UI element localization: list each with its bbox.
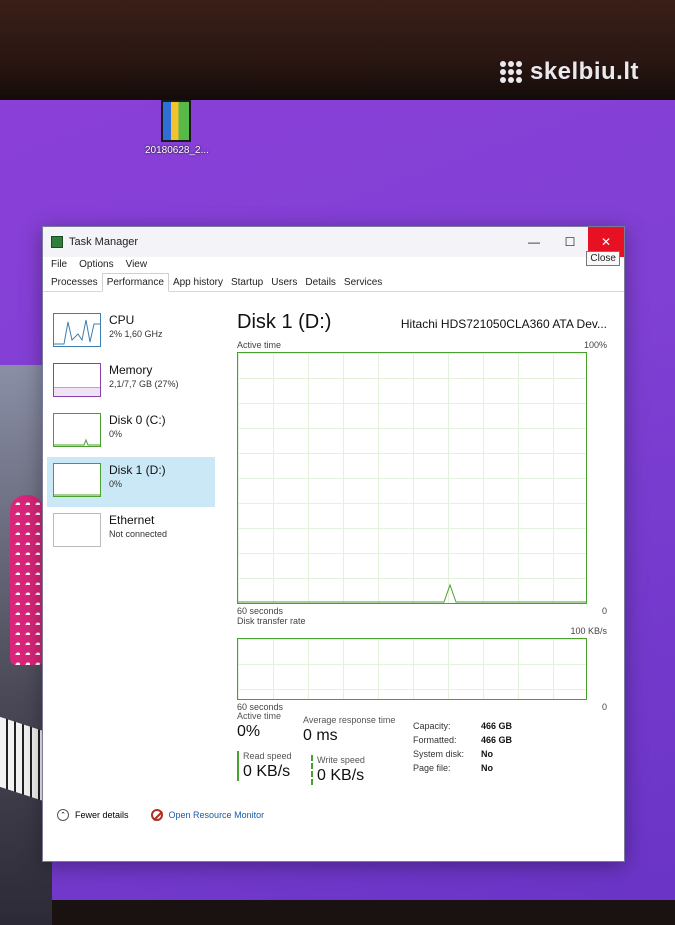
prop-key: System disk: — [413, 749, 465, 759]
disk-properties: Capacity: 466 GB Formatted: 466 GB System … — [413, 721, 512, 777]
photo-figure — [10, 495, 44, 665]
device-item-disk-0[interactable]: Disk 0 (C:) 0% — [47, 407, 215, 457]
device-sub: 2% 1,60 GHz — [109, 329, 163, 339]
tab-strip: Processes Performance App history Startu… — [43, 272, 624, 292]
footer: ⌃ Fewer details Open Resource Monitor — [57, 809, 264, 821]
resource-monitor-icon — [150, 809, 163, 821]
window-title: Task Manager — [69, 236, 139, 248]
tab-services[interactable]: Services — [340, 274, 386, 291]
prop-key: Formatted: — [413, 735, 457, 745]
prop-key: Capacity: — [413, 721, 451, 731]
chart1-max: 100% — [583, 340, 607, 350]
avg-response-value: 0 ms — [303, 727, 338, 744]
watermark-logo-icon — [499, 61, 522, 83]
chart2-label: Disk transfer rate — [237, 616, 306, 626]
disk-graph-icon — [53, 463, 101, 497]
desktop-file-label: 20180628_2... — [145, 145, 209, 156]
title-bar[interactable]: Task Manager — ☐ ✕ — [43, 227, 624, 257]
stats-panel: Active time 0% Average response time 0 m… — [237, 711, 607, 801]
task-manager-icon — [51, 236, 63, 248]
active-time-value: 0% — [237, 723, 261, 740]
read-speed-label: Read speed — [243, 751, 292, 761]
device-name: Ethernet — [109, 513, 155, 527]
ethernet-graph-icon — [53, 513, 101, 547]
device-sub: 2,1/7,7 GB (27%) — [109, 379, 179, 389]
memory-graph-icon — [53, 363, 101, 397]
maximize-button[interactable]: ☐ — [552, 227, 588, 257]
detail-model: Hitachi HDS721050CLA360 ATA Dev... — [400, 317, 607, 331]
device-item-disk-1[interactable]: Disk 1 (D:) 0% — [47, 457, 215, 507]
detail-pane: Disk 1 (D:) Hitachi HDS721050CLA360 ATA … — [237, 311, 607, 712]
prop-value: 466 GB — [481, 735, 513, 745]
device-name: CPU — [109, 313, 135, 327]
disk-graph-icon — [53, 413, 101, 447]
close-tooltip: Close — [586, 251, 620, 266]
active-time-label: Active time — [237, 711, 282, 721]
tab-app-history[interactable]: App history — [169, 274, 227, 291]
chart1-x-label: 60 seconds — [237, 606, 284, 616]
menu-file[interactable]: File — [51, 259, 67, 270]
device-sub: 0% — [109, 429, 123, 439]
task-manager-window: Task Manager — ☐ ✕ Close File Options Vi… — [42, 226, 625, 862]
chart1-min: 0 — [601, 606, 607, 616]
cpu-graph-icon — [53, 313, 101, 347]
menu-view[interactable]: View — [126, 259, 148, 270]
avg-response-label: Average response time — [303, 715, 396, 725]
device-item-cpu[interactable]: CPU 2% 1,60 GHz — [47, 307, 215, 357]
tab-details[interactable]: Details — [301, 274, 340, 291]
tab-users[interactable]: Users — [267, 274, 301, 291]
device-name: Disk 1 (D:) — [109, 463, 166, 477]
device-item-ethernet[interactable]: Ethernet Not connected — [47, 507, 215, 557]
prop-value: 466 GB — [481, 721, 513, 731]
write-speed-value: 0 KB/s — [317, 767, 365, 784]
device-item-memory[interactable]: Memory 2,1/7,7 GB (27%) — [47, 357, 215, 407]
watermark-text: skelbiu.lt — [529, 58, 639, 85]
detail-header: Disk 1 (D:) Hitachi HDS721050CLA360 ATA … — [237, 311, 607, 334]
active-time-chart — [237, 352, 587, 604]
detail-title: Disk 1 (D:) — [237, 311, 332, 333]
write-speed-label: Write speed — [317, 755, 365, 765]
chevron-up-icon[interactable]: ⌃ — [57, 809, 69, 821]
fewer-details-link[interactable]: Fewer details — [75, 810, 129, 820]
watermark: skelbiu.lt — [499, 58, 639, 86]
device-name: Disk 0 (C:) — [109, 413, 166, 427]
prop-value: No — [481, 763, 493, 773]
desktop-file-icon[interactable]: 20180628_2... — [145, 100, 209, 156]
device-list: CPU 2% 1,60 GHz Memory 2,1/7,7 GB (27%) … — [47, 307, 215, 557]
read-speed-value: 0 KB/s — [243, 763, 291, 780]
tab-performance[interactable]: Performance — [101, 273, 169, 292]
open-resource-monitor-link[interactable]: Open Resource Monitor — [169, 810, 265, 820]
tab-processes[interactable]: Processes — [47, 274, 102, 291]
minimize-button[interactable]: — — [516, 227, 552, 257]
device-sub: Not connected — [109, 529, 168, 539]
tab-startup[interactable]: Startup — [227, 274, 267, 291]
prop-key: Page file: — [413, 763, 451, 773]
menu-options[interactable]: Options — [79, 259, 113, 270]
menu-bar: File Options View — [43, 257, 624, 272]
transfer-rate-chart — [237, 638, 587, 700]
chart2-max: 100 KB/s — [570, 626, 607, 636]
chart1-label: Active time — [237, 340, 282, 350]
device-sub: 0% — [109, 479, 123, 489]
prop-value: No — [481, 749, 493, 759]
device-name: Memory — [109, 363, 153, 377]
image-file-icon — [161, 100, 191, 142]
